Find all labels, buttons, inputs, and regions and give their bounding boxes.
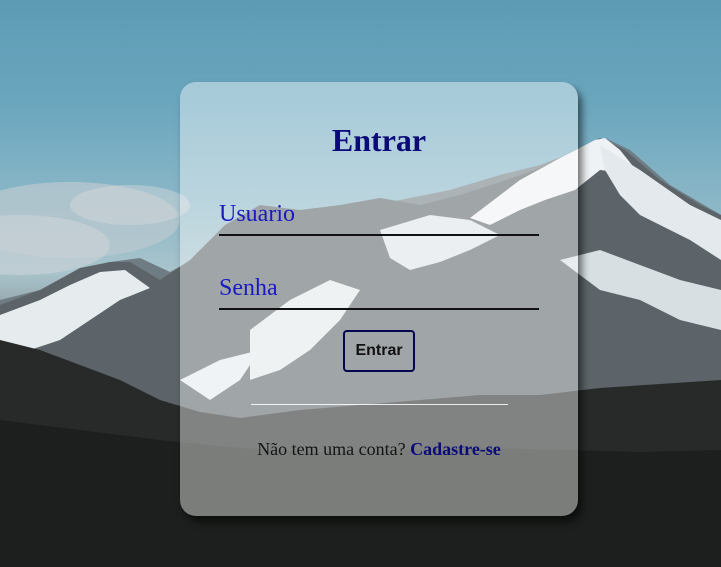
login-title: Entrar xyxy=(331,122,427,158)
login-card: Entrar Entrar Não tem uma conta? Cadastr… xyxy=(180,82,578,516)
divider xyxy=(251,404,508,405)
login-submit-button[interactable]: Entrar xyxy=(343,330,415,372)
username-field-wrapper xyxy=(219,194,539,236)
signup-link[interactable]: Cadastre-se xyxy=(410,439,501,459)
username-input[interactable] xyxy=(219,194,539,234)
password-field-wrapper xyxy=(219,268,539,310)
signup-prompt-line: Não tem uma conta? Cadastre-se xyxy=(180,439,578,460)
signup-prompt-text: Não tem uma conta? xyxy=(257,439,406,459)
password-input[interactable] xyxy=(219,268,539,308)
